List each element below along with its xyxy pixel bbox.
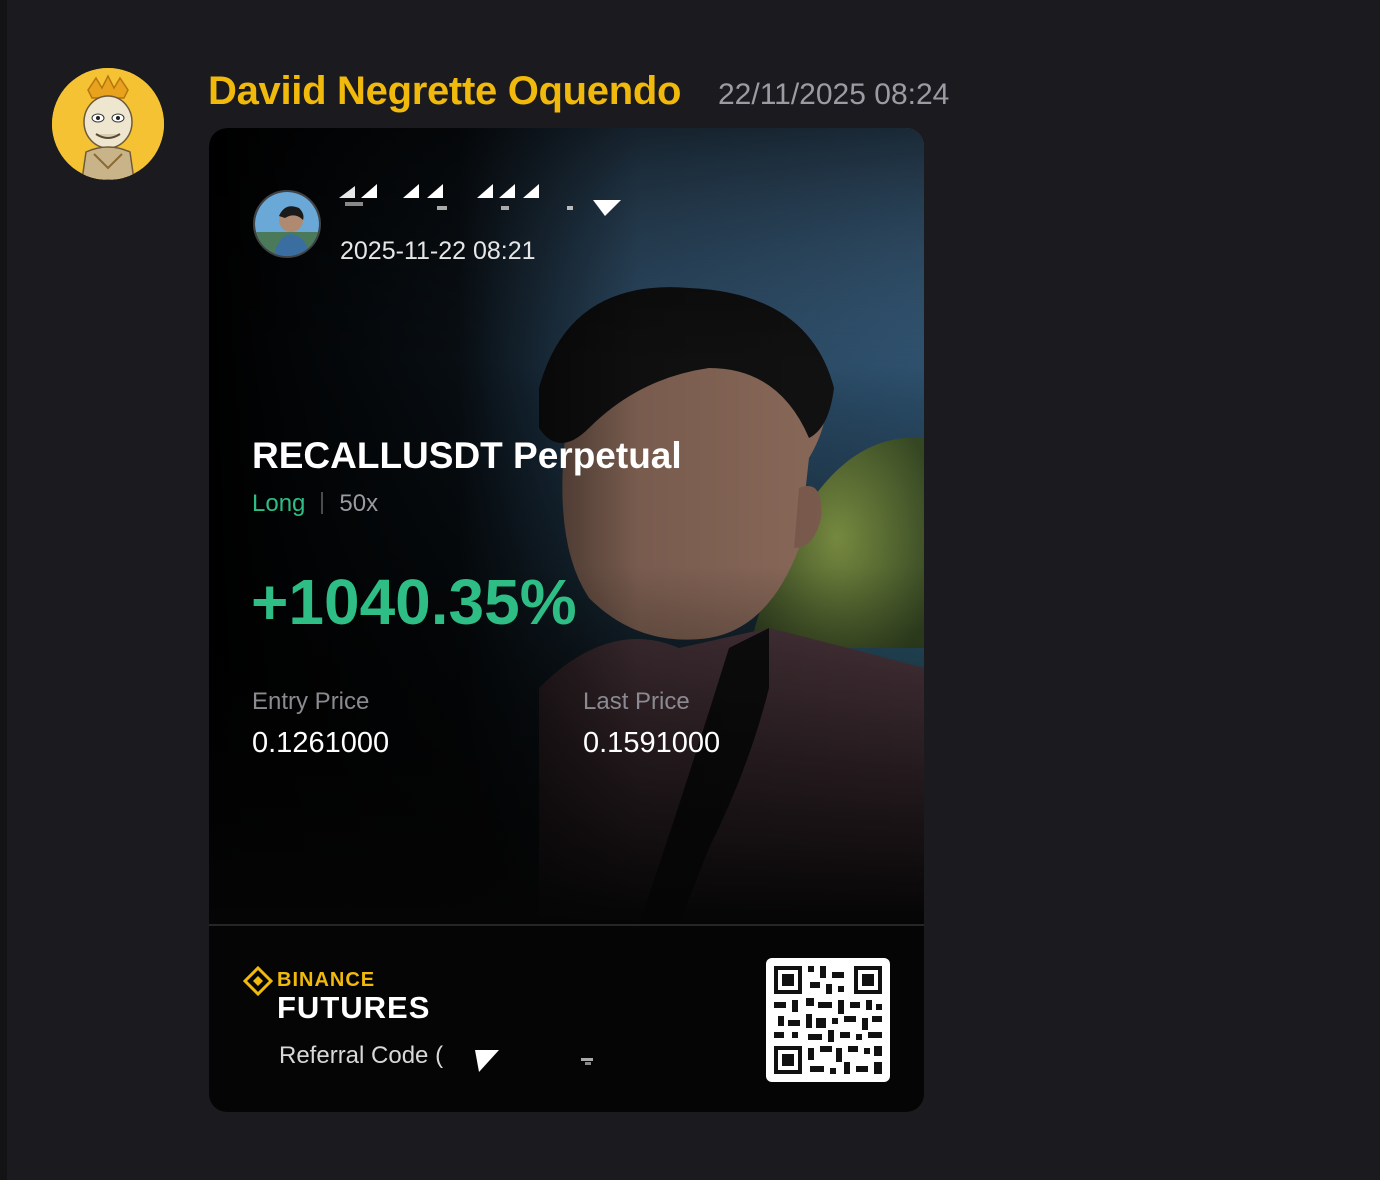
last-price-label: Last Price bbox=[583, 688, 690, 715]
author-avatar[interactable] bbox=[52, 68, 164, 180]
qr-code bbox=[766, 958, 890, 1082]
logo-futures-text: FUTURES bbox=[277, 990, 431, 1025]
separator bbox=[321, 492, 324, 514]
position-info: Long 50x bbox=[252, 488, 378, 520]
binance-diamond-icon bbox=[243, 966, 273, 996]
entry-price-label: Entry Price bbox=[252, 688, 370, 715]
channel-edge bbox=[0, 0, 7, 1180]
share-timestamp: 2025-11-22 08:21 bbox=[340, 237, 536, 265]
redacted-referral-code bbox=[475, 1050, 593, 1072]
referral-code-label: Referral Code ( bbox=[279, 1042, 444, 1069]
trading-pair: RECALLUSDT Perpetual bbox=[252, 435, 682, 476]
user-avatar bbox=[253, 190, 321, 258]
position-side: Long bbox=[252, 490, 306, 517]
card-divider bbox=[209, 924, 924, 926]
entry-price-value: 0.1261000 bbox=[252, 727, 390, 759]
leverage: 50x bbox=[339, 490, 379, 517]
author-name[interactable]: Daviid Negrette Oquendo bbox=[208, 66, 681, 116]
binance-futures-logo: BINANCE FUTURES bbox=[243, 964, 463, 1028]
message-timestamp: 22/11/2025 08:24 bbox=[718, 78, 950, 111]
card-background-photo bbox=[209, 128, 924, 924]
roi-percentage: +1040.35% bbox=[251, 566, 577, 638]
last-price-value: 0.1591000 bbox=[583, 727, 721, 759]
logo-binance-text: BINANCE bbox=[277, 969, 376, 991]
pnl-share-card[interactable]: 2025-11-22 08:21 RECALLUSDT Perpetual Lo… bbox=[209, 128, 924, 1112]
redacted-username bbox=[339, 184, 621, 216]
